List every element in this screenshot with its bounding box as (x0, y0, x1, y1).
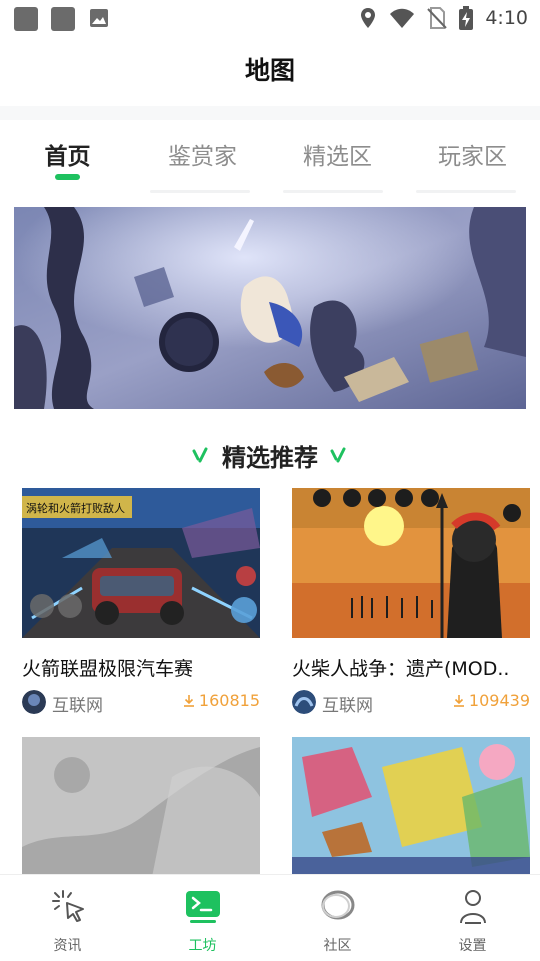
tab-label: 精选区 (303, 144, 372, 170)
download-count: 160815 (183, 691, 260, 710)
download-icon (183, 694, 194, 707)
tab-label: 鉴赏家 (168, 144, 237, 170)
terminal-icon (186, 891, 220, 923)
promo-banner[interactable] (14, 207, 526, 409)
game-card[interactable]: 火柴人战争：遗产(MOD.. 互联网 109439 (292, 488, 530, 718)
divider (416, 190, 516, 193)
tab-featured-zone[interactable]: 精选区 (270, 120, 405, 196)
nav-label: 工坊 (188, 938, 217, 954)
page-title: 地图 (244, 56, 295, 85)
game-card[interactable] (22, 737, 260, 877)
banner-artwork (14, 207, 526, 409)
no-sim-icon (427, 7, 448, 29)
notification-square-icon (51, 7, 75, 31)
location-icon (361, 8, 376, 28)
nav-community[interactable]: 社区 (270, 875, 405, 961)
game-title: 火箭联盟极限汽车赛 (22, 658, 194, 680)
game-thumbnail (22, 737, 260, 877)
nav-label: 资讯 (53, 938, 82, 954)
game-meta: 互联网 160815 (22, 690, 260, 716)
nav-settings[interactable]: 设置 (405, 875, 540, 961)
tab-player-zone[interactable]: 玩家区 (405, 120, 540, 196)
divider (150, 190, 250, 193)
status-time: 4:10 (485, 7, 528, 29)
game-thumbnail (292, 737, 530, 877)
download-icon (453, 694, 464, 707)
game-thumbnail: 涡轮和火箭打败敌人 (22, 488, 260, 638)
download-count-value: 109439 (468, 691, 530, 710)
download-count-value: 160815 (198, 691, 260, 710)
tab-bar: 首页 鉴赏家 精选区 玩家区 (0, 106, 540, 198)
image-icon (90, 9, 108, 27)
avatar (22, 690, 46, 714)
title-bar: 地图 (0, 36, 540, 106)
leaf-decoration-icon (330, 447, 346, 463)
bottom-navigation: 资讯 工坊 社区 设置 (0, 874, 540, 961)
avatar (292, 690, 316, 714)
download-count: 109439 (453, 691, 530, 710)
tab-label: 首页 (44, 144, 91, 170)
status-bar: 4:10 (0, 0, 540, 36)
section-header: 精选推荐 (0, 432, 540, 478)
wifi-icon (390, 8, 415, 28)
battery-charging-icon (459, 6, 474, 30)
game-card[interactable]: 涡轮和火箭打败敌人 火箭联盟极限汽车赛 互联网 160815 (22, 488, 260, 718)
game-card[interactable] (292, 737, 530, 877)
tab-home[interactable]: 首页 (0, 120, 135, 196)
leaf-decoration-icon (192, 447, 208, 463)
nav-label: 社区 (323, 938, 352, 954)
game-title: 火柴人战争：遗产(MOD.. (292, 658, 510, 680)
nav-news[interactable]: 资讯 (0, 875, 135, 961)
game-meta: 互联网 109439 (292, 690, 530, 716)
cursor-click-icon (52, 890, 84, 922)
notification-square-icon (14, 7, 38, 31)
tab-connoisseur[interactable]: 鉴赏家 (135, 120, 270, 196)
thumbnail-caption: 涡轮和火箭打败敌人 (26, 502, 125, 515)
tab-active-indicator (55, 174, 80, 180)
person-icon (460, 890, 486, 924)
source-name: 互联网 (322, 696, 373, 716)
ring-icon (321, 890, 355, 920)
nav-label: 设置 (458, 938, 487, 954)
nav-workshop[interactable]: 工坊 (135, 875, 270, 961)
source-name: 互联网 (52, 696, 103, 716)
section-title: 精选推荐 (222, 443, 318, 472)
game-thumbnail (292, 488, 530, 638)
divider (283, 190, 383, 193)
tab-label: 玩家区 (438, 144, 507, 170)
